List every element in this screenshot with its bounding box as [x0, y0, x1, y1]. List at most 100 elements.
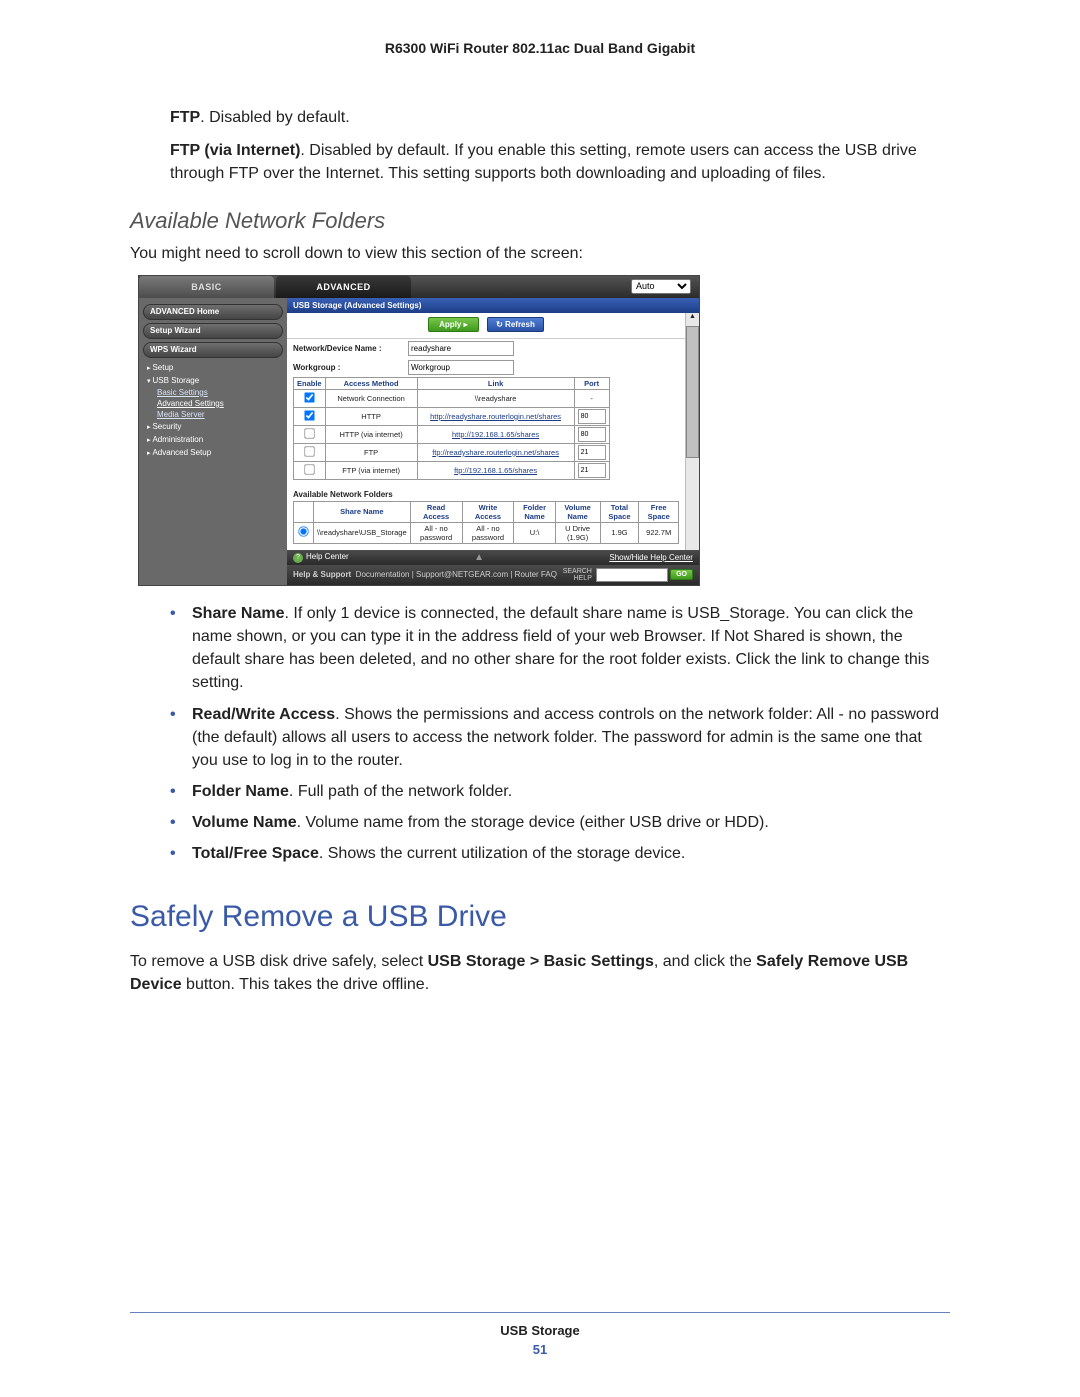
enable-checkbox[interactable] — [304, 464, 314, 474]
help-center-label[interactable]: ?Help Center — [293, 552, 349, 563]
ftp-text: . Disabled by default. — [200, 109, 349, 126]
table-row: HTTP (via internet)http://192.168.1.65/s… — [294, 425, 610, 443]
port-input[interactable] — [578, 409, 606, 424]
list-item: Read/Write Access. Shows the permissions… — [170, 703, 950, 773]
th-free-space: Free Space — [639, 501, 679, 522]
sidebar: ADVANCED Home Setup Wizard WPS Wizard Se… — [139, 298, 287, 585]
enable-checkbox[interactable] — [304, 392, 314, 402]
auto-select[interactable]: Auto — [631, 279, 691, 294]
table-row: FTPftp://readyshare.routerlogin.net/shar… — [294, 443, 610, 461]
cell-write: All - no password — [462, 522, 514, 543]
main-panel: USB Storage (Advanced Settings) Apply ▸ … — [287, 298, 699, 585]
tab-advanced[interactable]: ADVANCED — [276, 276, 411, 298]
footer-page-number: 51 — [0, 1342, 1080, 1357]
sidebar-row-security[interactable]: Security — [143, 420, 283, 433]
cell-share: \\readyshare\USB_Storage — [314, 522, 411, 543]
th-radio — [294, 501, 314, 522]
table-row: \\readyshare\USB_Storage All - no passwo… — [294, 522, 679, 543]
scroll-thumb[interactable] — [686, 326, 699, 458]
sidebar-row-advanced-setup[interactable]: Advanced Setup — [143, 446, 283, 459]
port-input[interactable] — [578, 445, 606, 460]
sidebar-sub-advanced-settings[interactable]: Advanced Settings — [143, 398, 283, 409]
port-input[interactable] — [578, 463, 606, 478]
th-write-access: Write Access — [462, 501, 514, 522]
bullet-bold: Folder Name — [192, 783, 289, 800]
workgroup-label: Workgroup : — [293, 363, 408, 372]
cell-port: - — [574, 389, 609, 407]
bullet-bold: Total/Free Space — [192, 845, 319, 862]
th-volume-name: Volume Name — [555, 501, 600, 522]
safely-remove-text: To remove a USB disk drive safely, selec… — [130, 950, 950, 996]
table-row: Network Connection\\readyshare- — [294, 389, 610, 407]
sidebar-pill-wps-wizard[interactable]: WPS Wizard — [143, 342, 283, 358]
cell-link[interactable]: http://192.168.1.65/shares — [417, 425, 574, 443]
ftp-paragraph: FTP. Disabled by default. — [170, 106, 950, 129]
button-row: Apply ▸ ↻ Refresh — [287, 313, 685, 339]
cell-method: HTTP (via internet) — [325, 425, 417, 443]
cell-read: All - no password — [410, 522, 462, 543]
sidebar-pill-advanced-home[interactable]: ADVANCED Home — [143, 304, 283, 320]
cell-method: FTP — [325, 443, 417, 461]
folders-section-title: Available Network Folders — [287, 486, 685, 501]
table-row: HTTPhttp://readyshare.routerlogin.net/sh… — [294, 407, 610, 425]
cell-link: \\readyshare — [417, 389, 574, 407]
cell-link[interactable]: ftp://readyshare.routerlogin.net/shares — [417, 443, 574, 461]
sidebar-row-administration[interactable]: Administration — [143, 433, 283, 446]
list-item: Folder Name. Full path of the network fo… — [170, 780, 950, 803]
th-share-name: Share Name — [314, 501, 411, 522]
enable-checkbox[interactable] — [304, 410, 314, 420]
table-row: FTP (via internet)ftp://192.168.1.65/sha… — [294, 461, 610, 479]
help-bar: ?Help Center ▲ Show/Hide Help Center — [287, 550, 699, 565]
router-screenshot: BASIC ADVANCED Auto ADVANCED Home Setup … — [138, 275, 700, 586]
collapse-icon[interactable]: ▲ — [474, 552, 484, 563]
text-span: , and click the — [654, 953, 756, 970]
text-bold: USB Storage > Basic Settings — [428, 953, 654, 970]
go-button[interactable]: GO — [670, 569, 693, 580]
enable-checkbox[interactable] — [304, 446, 314, 456]
cell-free: 922.7M — [639, 522, 679, 543]
bullet-text: . Shows the current utilization of the s… — [319, 845, 685, 862]
enable-checkbox[interactable] — [304, 428, 314, 438]
cell-method: FTP (via internet) — [325, 461, 417, 479]
sidebar-pill-setup-wizard[interactable]: Setup Wizard — [143, 323, 283, 339]
sidebar-row-setup[interactable]: Setup — [143, 361, 283, 374]
show-hide-help[interactable]: Show/Hide Help Center — [609, 553, 693, 562]
ftp-internet-label: FTP (via Internet) — [170, 142, 300, 159]
cell-total: 1.9G — [600, 522, 639, 543]
sidebar-row-usb-storage[interactable]: USB Storage — [143, 374, 283, 387]
list-item: Total/Free Space. Shows the current util… — [170, 842, 950, 865]
th-link: Link — [417, 377, 574, 389]
apply-button[interactable]: Apply ▸ — [428, 317, 478, 332]
cell-method: HTTP — [325, 407, 417, 425]
port-input[interactable] — [578, 427, 606, 442]
cell-link[interactable]: ftp://192.168.1.65/shares — [417, 461, 574, 479]
th-read-access: Read Access — [410, 501, 462, 522]
cell-folder: U:\ — [514, 522, 555, 543]
text-span: button. This takes the drive offline. — [182, 976, 430, 993]
bullet-bold: Share Name — [192, 605, 285, 622]
th-port: Port — [574, 377, 609, 389]
support-label: Help & Support — [293, 570, 351, 579]
ftp-label: FTP — [170, 109, 200, 126]
tab-basic[interactable]: BASIC — [139, 276, 274, 298]
workgroup-input[interactable] — [408, 360, 514, 375]
bullet-list: Share Name. If only 1 device is connecte… — [170, 602, 950, 866]
refresh-button[interactable]: ↻ Refresh — [487, 317, 544, 332]
folders-table: Share Name Read Access Write Access Fold… — [293, 501, 679, 544]
bullet-text: . If only 1 device is connected, the def… — [192, 605, 929, 692]
support-bar: Help & Support Documentation | Support@N… — [287, 565, 699, 585]
kv-device-name: Network/Device Name : — [287, 339, 685, 358]
tab-bar: BASIC ADVANCED Auto — [139, 276, 699, 298]
device-name-input[interactable] — [408, 341, 514, 356]
cell-link[interactable]: http://readyshare.routerlogin.net/shares — [417, 407, 574, 425]
folder-radio[interactable] — [298, 527, 308, 537]
sidebar-sub-media-server[interactable]: Media Server — [143, 409, 283, 420]
support-links[interactable]: Documentation | Support@NETGEAR.com | Ro… — [356, 570, 557, 579]
sidebar-sub-basic-settings[interactable]: Basic Settings — [143, 387, 283, 398]
search-input[interactable] — [596, 568, 668, 582]
page-footer: USB Storage 51 — [0, 1312, 1080, 1357]
cell-method: Network Connection — [325, 389, 417, 407]
footer-rule — [130, 1312, 950, 1313]
bullet-bold: Volume Name — [192, 814, 297, 831]
scrollbar[interactable]: ▲ — [685, 313, 699, 550]
